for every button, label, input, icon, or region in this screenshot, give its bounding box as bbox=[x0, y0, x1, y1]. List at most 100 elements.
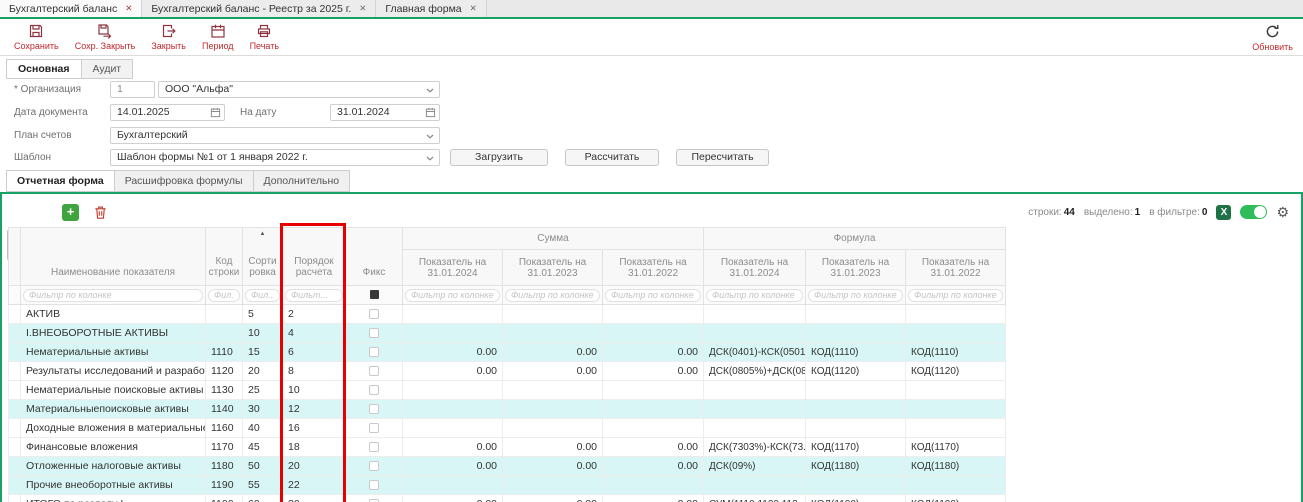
fix-cell bbox=[346, 419, 403, 438]
table-row[interactable]: Нематериальные активы 1110 15 6 0.00 0.0… bbox=[9, 343, 1006, 362]
sort-cell: 55 bbox=[243, 476, 283, 495]
table-row[interactable]: I.ВНЕОБОРОТНЫЕ АКТИВЫ 10 4 bbox=[9, 324, 1006, 343]
column-header-sum-2023[interactable]: Показатель на 31.01.2023 bbox=[503, 250, 603, 286]
close-icon[interactable]: ✕ bbox=[125, 3, 132, 14]
filter-input-formula-2022[interactable] bbox=[908, 289, 1003, 302]
period-button[interactable]: Период bbox=[194, 19, 242, 55]
main-tab[interactable]: Основная bbox=[6, 59, 82, 79]
sum-2024-cell bbox=[403, 381, 503, 400]
fix-cell bbox=[346, 457, 403, 476]
sub-tab[interactable]: Дополнительно bbox=[253, 170, 351, 192]
close-icon[interactable]: ✕ bbox=[359, 3, 366, 14]
filter-toggle[interactable] bbox=[1240, 205, 1267, 219]
filter-input-code[interactable] bbox=[208, 289, 240, 302]
filter-input-sum-2022[interactable] bbox=[605, 289, 701, 302]
window-tab[interactable]: Главная форма ✕ bbox=[376, 0, 486, 17]
sum-2023-cell bbox=[503, 476, 603, 495]
filter-input-order[interactable] bbox=[285, 289, 343, 302]
close-icon[interactable]: ✕ bbox=[470, 3, 477, 14]
calc-order-cell: 4 bbox=[283, 324, 346, 343]
column-header-formula-2022[interactable]: Показатель на 31.01.2022 bbox=[906, 250, 1006, 286]
organization-row: * Организация 1 ООО "Альфа" bbox=[0, 81, 1303, 98]
on-date-label: На дату bbox=[240, 104, 276, 121]
calendar-icon[interactable] bbox=[425, 107, 436, 118]
fix-checkbox[interactable] bbox=[369, 328, 379, 338]
table-row[interactable]: Прочие внеоборотные активы 1190 55 22 bbox=[9, 476, 1006, 495]
sub-tab[interactable]: Расшифровка формулы bbox=[114, 170, 254, 192]
calculate-button[interactable]: Рассчитать bbox=[565, 149, 659, 166]
sum-2024-cell: 0.00 bbox=[403, 495, 503, 502]
fix-checkbox[interactable] bbox=[369, 442, 379, 452]
column-header-formula-2024[interactable]: Показатель на 31.01.2024 bbox=[704, 250, 806, 286]
organization-code-field[interactable]: 1 bbox=[110, 81, 155, 98]
calendar-icon bbox=[210, 23, 226, 39]
line-code-cell: 1130 bbox=[206, 381, 243, 400]
fix-checkbox[interactable] bbox=[369, 366, 379, 376]
refresh-icon bbox=[1264, 23, 1281, 40]
gear-icon[interactable]: ⚙ bbox=[1276, 205, 1289, 219]
column-header-code[interactable]: Код строки bbox=[206, 228, 243, 286]
fix-checkbox[interactable] bbox=[369, 347, 379, 357]
print-button[interactable]: Печать bbox=[242, 19, 287, 55]
table-row[interactable]: Финансовые вложения 1170 45 18 0.00 0.00… bbox=[9, 438, 1006, 457]
sum-2024-cell: 0.00 bbox=[403, 343, 503, 362]
filter-input-sum-2023[interactable] bbox=[505, 289, 600, 302]
fix-filter-checkbox[interactable] bbox=[370, 290, 379, 299]
formula-2022-cell bbox=[906, 324, 1006, 343]
window-tab[interactable]: Бухгалтерский баланс - Реестр за 2025 г.… bbox=[142, 0, 376, 17]
filter-input-formula-2023[interactable] bbox=[808, 289, 903, 302]
fix-checkbox[interactable] bbox=[369, 461, 379, 471]
formula-2023-cell: КОД(1110) bbox=[806, 343, 906, 362]
close-button[interactable]: Закрыть bbox=[143, 19, 194, 55]
fix-checkbox[interactable] bbox=[369, 480, 379, 490]
fix-checkbox[interactable] bbox=[369, 309, 379, 319]
organization-select[interactable]: ООО "Альфа" bbox=[158, 81, 440, 98]
fix-checkbox[interactable] bbox=[369, 423, 379, 433]
table-row[interactable]: АКТИВ 5 2 bbox=[9, 305, 1006, 324]
delete-row-button[interactable] bbox=[93, 205, 108, 220]
table-row[interactable]: Отложенные налоговые активы 1180 50 20 0… bbox=[9, 457, 1006, 476]
table-row[interactable]: Результаты исследований и разработок 112… bbox=[9, 362, 1006, 381]
sum-2023-cell: 0.00 bbox=[503, 362, 603, 381]
calendar-icon[interactable] bbox=[210, 107, 221, 118]
sum-2023-cell: 0.00 bbox=[503, 495, 603, 502]
column-header-sum-2024[interactable]: Показатель на 31.01.2024 bbox=[403, 250, 503, 286]
table-row[interactable]: Материальныепоисковые активы 1140 30 12 bbox=[9, 400, 1006, 419]
column-header-fix[interactable]: Фикс bbox=[346, 228, 403, 286]
doc-date-input[interactable]: 14.01.2025 bbox=[110, 104, 225, 121]
column-header-formula-2023[interactable]: Показатель на 31.01.2023 bbox=[806, 250, 906, 286]
filter-input-sum-2024[interactable] bbox=[405, 289, 500, 302]
recalculate-button[interactable]: Пересчитать bbox=[676, 149, 769, 166]
save-close-button[interactable]: Сохр. Закрыть bbox=[67, 19, 144, 55]
fix-cell bbox=[346, 324, 403, 343]
sub-tab[interactable]: Отчетная форма bbox=[6, 170, 115, 192]
template-select[interactable]: Шаблон формы №1 от 1 января 2022 г. bbox=[110, 149, 440, 166]
column-header-sort[interactable]: ▲ Сорти ровка bbox=[243, 228, 283, 286]
sum-2024-cell: 0.00 bbox=[403, 438, 503, 457]
table-row[interactable]: ИТОГО по разделу I 1100 60 30 0.00 0.00 … bbox=[9, 495, 1006, 502]
column-header-name[interactable]: Наименование показателя bbox=[21, 228, 206, 286]
chart-of-accounts-select[interactable]: Бухгалтерский bbox=[110, 127, 440, 144]
table-row[interactable]: Доходные вложения в материальные ц.. 116… bbox=[9, 419, 1006, 438]
window-tab[interactable]: Бухгалтерский баланс ✕ bbox=[0, 0, 142, 17]
formula-2022-cell bbox=[906, 419, 1006, 438]
filter-input-sort[interactable] bbox=[245, 289, 280, 302]
excel-export-icon[interactable]: X bbox=[1216, 205, 1231, 220]
filter-input-formula-2024[interactable] bbox=[706, 289, 803, 302]
line-code-cell: 1100 bbox=[206, 495, 243, 502]
on-date-input[interactable]: 31.01.2024 bbox=[330, 104, 440, 121]
filter-input-name[interactable] bbox=[23, 289, 203, 302]
refresh-button[interactable]: Обновить bbox=[1244, 19, 1301, 52]
save-button[interactable]: Сохранить bbox=[6, 19, 67, 55]
fix-checkbox[interactable] bbox=[369, 385, 379, 395]
calc-order-cell: 2 bbox=[283, 305, 346, 324]
toolbar: Сохранить Сохр. Закрыть Закрыть Период П… bbox=[0, 19, 1303, 56]
template-row: Шаблон Шаблон формы №1 от 1 января 2022 … bbox=[0, 149, 1303, 166]
load-button[interactable]: Загрузить bbox=[450, 149, 548, 166]
table-row[interactable]: Нематериальные поисковые активы 1130 25 … bbox=[9, 381, 1006, 400]
fix-checkbox[interactable] bbox=[369, 404, 379, 414]
column-header-order[interactable]: Порядок расчета bbox=[283, 228, 346, 286]
main-tab[interactable]: Аудит bbox=[81, 59, 134, 79]
add-row-button[interactable]: + bbox=[62, 204, 79, 221]
column-header-sum-2022[interactable]: Показатель на 31.01.2022 bbox=[603, 250, 704, 286]
